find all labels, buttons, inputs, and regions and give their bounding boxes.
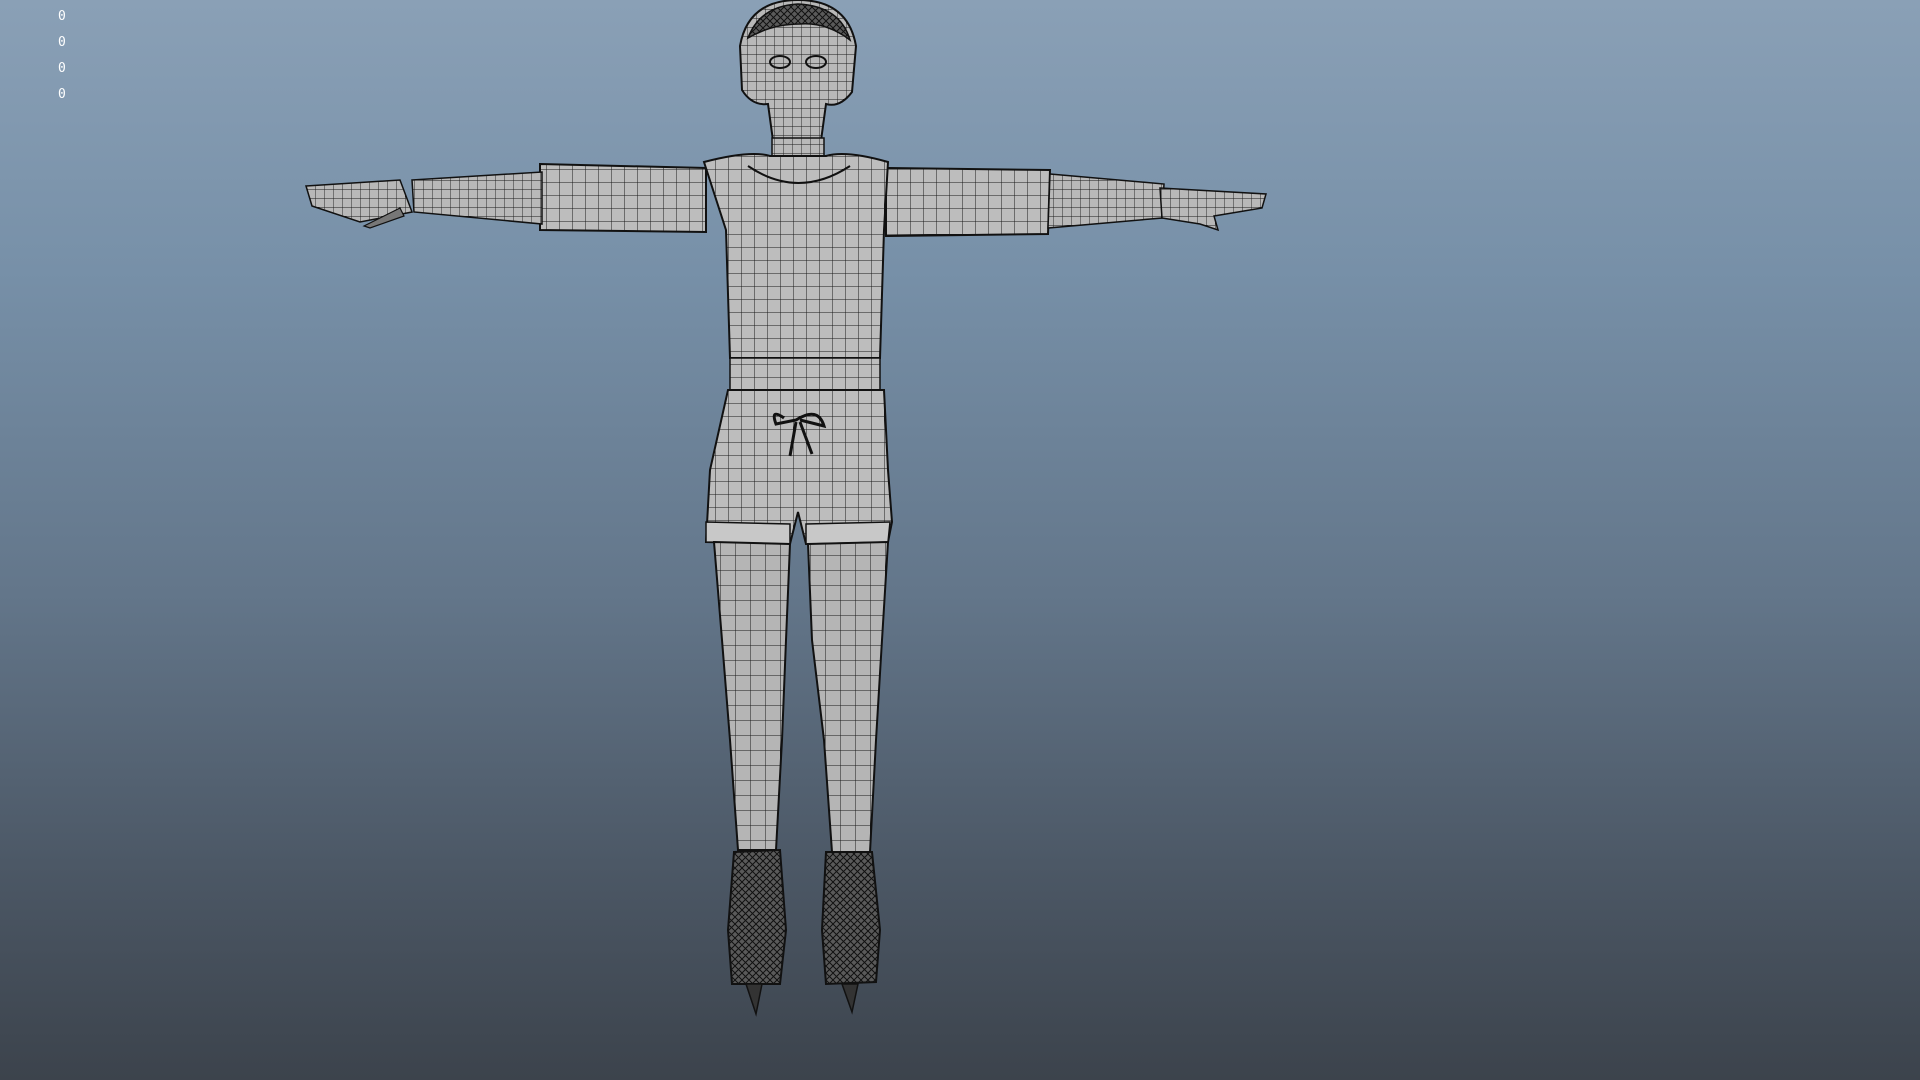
right-arm (885, 166, 1267, 238)
left-arm (305, 162, 707, 234)
torso-shirt (702, 153, 890, 393)
head (738, 0, 858, 149)
ice-skates (726, 848, 882, 1017)
shorts (704, 389, 894, 546)
3d-viewport[interactable]: 0 0 0 0 (0, 0, 1920, 1080)
legs (712, 540, 890, 853)
character-wireframe-model[interactable] (0, 0, 1920, 1080)
